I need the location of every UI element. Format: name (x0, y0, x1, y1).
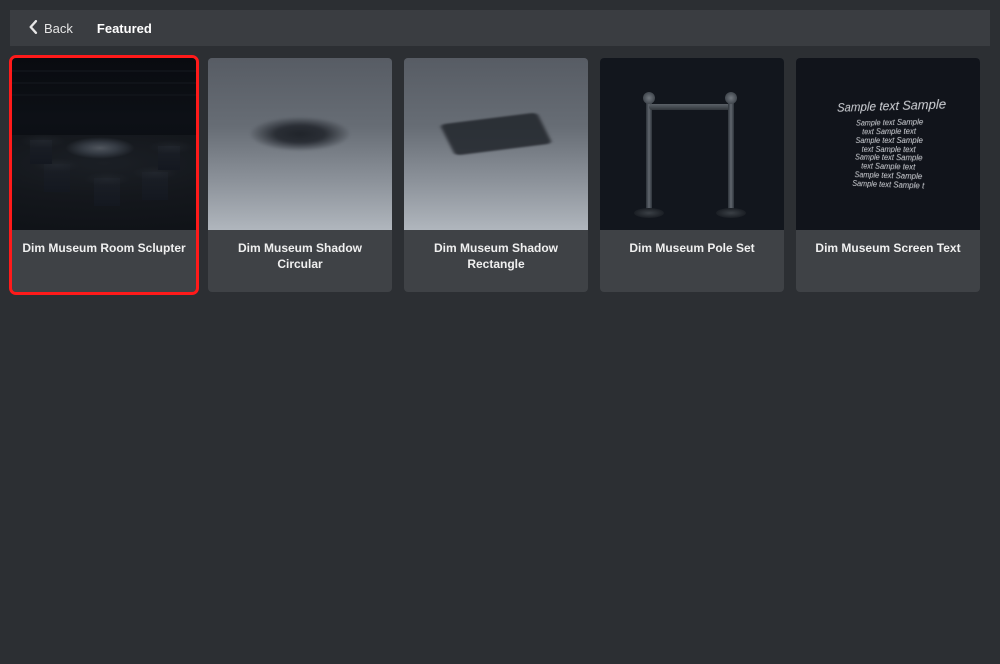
asset-card-shadow-rectangle[interactable]: Dim Museum Shadow Rectangle (404, 58, 588, 292)
asset-label: Dim Museum Pole Set (629, 240, 754, 256)
page-title: Featured (97, 21, 152, 36)
asset-label-area: Dim Museum Shadow Rectangle (404, 230, 588, 292)
asset-card-pole-set[interactable]: Dim Museum Pole Set (600, 58, 784, 292)
screen-text-headline: Sample text Sample (837, 97, 946, 115)
asset-label: Dim Museum Shadow Circular (214, 240, 386, 272)
asset-browser: Back Featured Dim Museum Room Sclupter (0, 0, 1000, 292)
asset-card-room-sculptor[interactable]: Dim Museum Room Sclupter (12, 58, 196, 292)
asset-label-area: Dim Museum Shadow Circular (208, 230, 392, 292)
back-label: Back (44, 21, 73, 36)
asset-card-screen-text[interactable]: Sample text Sample Sample text Sample te… (796, 58, 980, 292)
asset-thumbnail (600, 58, 784, 230)
asset-card-shadow-circular[interactable]: Dim Museum Shadow Circular (208, 58, 392, 292)
asset-label: Dim Museum Screen Text (815, 240, 960, 256)
asset-thumbnail (208, 58, 392, 230)
asset-thumbnail (404, 58, 588, 230)
asset-thumbnail (12, 58, 196, 230)
asset-label: Dim Museum Room Sclupter (22, 240, 185, 256)
asset-label-area: Dim Museum Room Sclupter (12, 230, 196, 292)
asset-thumbnail: Sample text Sample Sample text Sample te… (796, 58, 980, 230)
back-button[interactable]: Back (28, 20, 73, 37)
asset-label: Dim Museum Shadow Rectangle (410, 240, 582, 272)
header-bar: Back Featured (10, 10, 990, 46)
asset-label-area: Dim Museum Screen Text (796, 230, 980, 292)
chevron-left-icon (28, 20, 38, 37)
asset-label-area: Dim Museum Pole Set (600, 230, 784, 292)
card-grid: Dim Museum Room Sclupter Dim Museum Shad… (10, 46, 990, 292)
